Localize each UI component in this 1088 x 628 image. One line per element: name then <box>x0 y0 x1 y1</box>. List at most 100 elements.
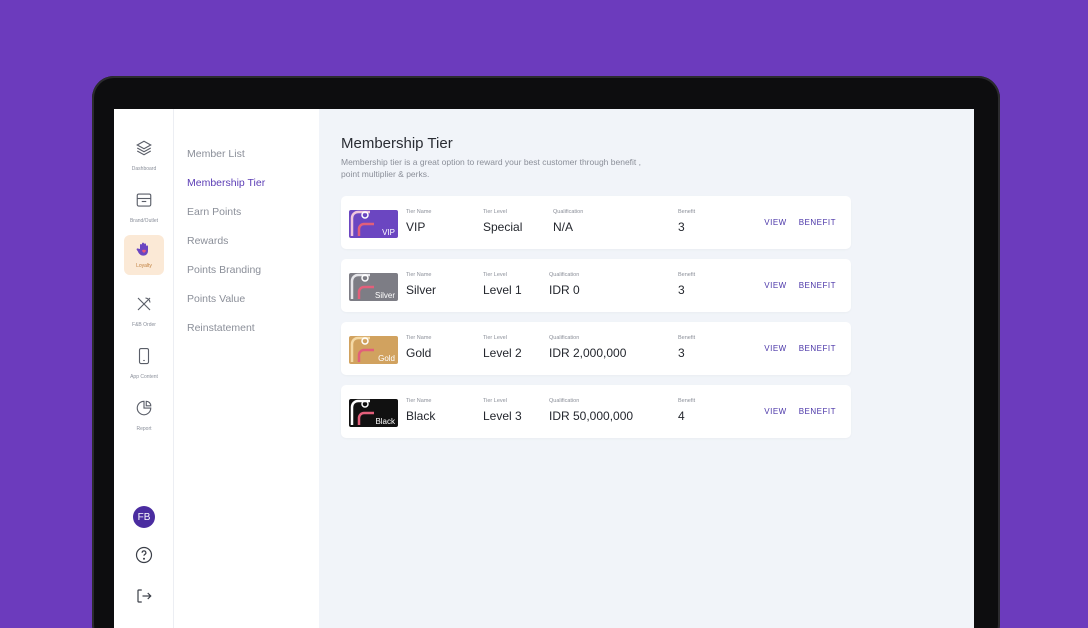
tier-image-tag: VIP <box>382 228 395 237</box>
rail-label: F&B Order <box>132 322 156 328</box>
page-title: Membership Tier <box>341 135 453 152</box>
avatar[interactable]: FB <box>133 506 155 528</box>
tier-name-value: Silver <box>406 283 437 297</box>
tier-card-black: Black Tier Name Black Tier Level Level 3… <box>341 385 851 438</box>
tier-card-image: Silver <box>349 273 398 301</box>
submenu-item-points-branding[interactable]: Points Branding <box>174 255 319 284</box>
tier-actions: VIEW BENEFIT <box>764 407 836 416</box>
tier-name-value: VIP <box>406 220 426 234</box>
submenu-item-points-value[interactable]: Points Value <box>174 284 319 313</box>
benefit-button[interactable]: BENEFIT <box>799 407 836 416</box>
tier-name-field: Tier Name VIP <box>406 209 431 234</box>
tier-name-field: Tier Name Gold <box>406 335 431 360</box>
pie-chart-icon <box>127 391 161 425</box>
page-description: Membership tier is a great option to rew… <box>341 157 642 179</box>
app-screen: Dashboard Brand/Outlet Loyalty F&B Order <box>114 109 974 628</box>
benefit-field: Benefit 3 <box>678 272 695 297</box>
tier-image-tag: Gold <box>378 354 395 363</box>
rail-item-brand-outlet[interactable]: Brand/Outlet <box>114 183 174 235</box>
qualification-field: Qualification N/A <box>553 209 583 234</box>
tier-card-silver: Silver Tier Name Silver Tier Level Level… <box>341 259 851 312</box>
benefit-field: Benefit 3 <box>678 209 695 234</box>
tier-card-vip: VIP Tier Name VIP Tier Level Special Qua… <box>341 196 851 249</box>
tier-level-field: Tier Level Level 3 <box>483 398 522 423</box>
benefit-value: 4 <box>678 409 685 423</box>
benefit-button[interactable]: BENEFIT <box>799 218 836 227</box>
qualification-field: Qualification IDR 0 <box>549 272 580 297</box>
view-button[interactable]: VIEW <box>764 281 786 290</box>
tier-name-label: Tier Name <box>406 272 432 278</box>
tier-image-tag: Silver <box>374 291 395 300</box>
tier-level-value: Level 2 <box>483 346 522 360</box>
tier-actions: VIEW BENEFIT <box>764 344 836 353</box>
tier-card-image: VIP <box>349 210 398 238</box>
submenu-item-member-list[interactable]: Member List <box>174 139 319 168</box>
utensils-icon <box>127 287 161 321</box>
rail-bottom: FB <box>114 506 174 610</box>
qualification-label: Qualification <box>549 272 580 278</box>
tier-name-value: Gold <box>406 346 432 360</box>
benefit-value: 3 <box>678 346 685 360</box>
submenu-item-membership-tier[interactable]: Membership Tier <box>174 168 319 197</box>
qualification-field: Qualification IDR 2,000,000 <box>549 335 626 360</box>
benefit-label: Benefit <box>678 272 696 278</box>
rail-item-loyalty[interactable]: Loyalty <box>114 235 174 287</box>
rail-item-app-content[interactable]: App Content <box>114 339 174 391</box>
benefit-value: 3 <box>678 283 685 297</box>
icon-rail: Dashboard Brand/Outlet Loyalty F&B Order <box>114 109 174 628</box>
benefit-field: Benefit 4 <box>678 398 695 423</box>
hand-heart-icon <box>136 241 152 262</box>
tier-name-field: Tier Name Black <box>406 398 435 423</box>
logout-icon[interactable] <box>135 587 153 610</box>
qualification-value: IDR 0 <box>549 283 580 297</box>
submenu-item-rewards[interactable]: Rewards <box>174 226 319 255</box>
rail-item-report[interactable]: Report <box>114 391 174 443</box>
rail-label: Dashboard <box>131 166 157 172</box>
tier-name-label: Tier Name <box>406 209 432 215</box>
tier-name-field: Tier Name Silver <box>406 272 436 297</box>
tier-card-image: Black <box>349 399 398 427</box>
tier-actions: VIEW BENEFIT <box>764 281 836 290</box>
phone-icon <box>127 339 161 373</box>
tier-level-field: Tier Level Level 2 <box>483 335 522 360</box>
tier-level-field: Tier Level Level 1 <box>483 272 522 297</box>
submenu-item-earn-points[interactable]: Earn Points <box>174 197 319 226</box>
rail-item-dashboard[interactable]: Dashboard <box>114 131 174 183</box>
benefit-label: Benefit <box>678 335 696 341</box>
layers-icon <box>127 131 161 165</box>
tier-level-label: Tier Level <box>483 335 507 341</box>
tier-level-label: Tier Level <box>483 398 507 404</box>
tier-list: VIP Tier Name VIP Tier Level Special Qua… <box>341 196 952 438</box>
tier-level-label: Tier Level <box>483 272 507 278</box>
benefit-field: Benefit 3 <box>678 335 695 360</box>
tier-actions: VIEW BENEFIT <box>764 218 836 227</box>
tier-level-field: Tier Level Special <box>483 209 522 234</box>
tier-name-value: Black <box>406 409 436 423</box>
rail-label: Brand/Outlet <box>129 218 159 224</box>
store-icon <box>127 183 161 217</box>
tier-level-value: Level 3 <box>483 409 522 423</box>
tier-image-tag: Black <box>375 417 395 426</box>
qualification-value: IDR 2,000,000 <box>549 346 627 360</box>
tier-card-image: Gold <box>349 336 398 364</box>
tier-name-label: Tier Name <box>406 398 432 404</box>
tier-level-value: Level 1 <box>483 283 522 297</box>
view-button[interactable]: VIEW <box>764 344 786 353</box>
rail-label: Loyalty <box>136 263 152 269</box>
rail-label: App Content <box>130 374 158 380</box>
tier-card-gold: Gold Tier Name Gold Tier Level Level 2 Q… <box>341 322 851 375</box>
qualification-label: Qualification <box>549 398 580 404</box>
benefit-label: Benefit <box>678 398 696 404</box>
view-button[interactable]: VIEW <box>764 218 786 227</box>
submenu-item-reinstatement[interactable]: Reinstatement <box>174 313 319 342</box>
benefit-button[interactable]: BENEFIT <box>799 344 836 353</box>
rail-item-fnb-order[interactable]: F&B Order <box>114 287 174 339</box>
tier-name-label: Tier Name <box>406 335 432 341</box>
tier-level-label: Tier Level <box>483 209 507 215</box>
benefit-button[interactable]: BENEFIT <box>799 281 836 290</box>
main-content: Membership Tier Membership tier is a gre… <box>319 109 974 628</box>
qualification-value: IDR 50,000,000 <box>549 409 634 423</box>
qualification-label: Qualification <box>549 335 580 341</box>
help-icon[interactable] <box>135 546 153 569</box>
view-button[interactable]: VIEW <box>764 407 786 416</box>
